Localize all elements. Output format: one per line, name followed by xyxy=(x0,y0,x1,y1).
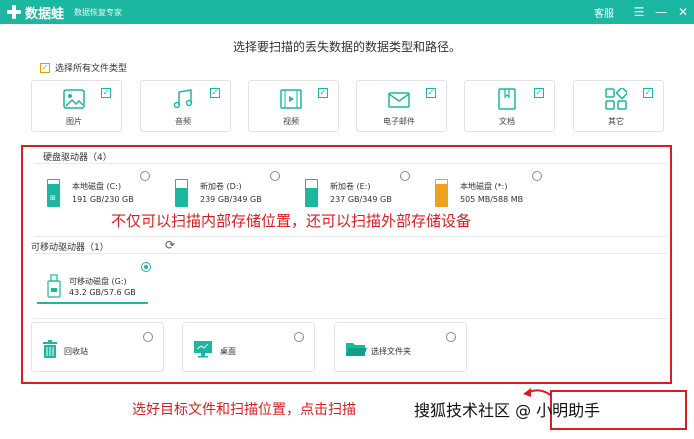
drive-size: 239 GB/349 GB xyxy=(200,195,262,204)
document-icon xyxy=(495,88,519,110)
drive-item[interactable]: 本地磁盘 (*:) 505 MB/588 MB xyxy=(435,176,555,210)
checkmark-icon: ✓ xyxy=(40,62,50,73)
drive-item[interactable]: ⊞ 本地磁盘 (C:) 191 GB/230 GB xyxy=(47,176,167,210)
music-icon xyxy=(171,88,195,110)
file-type-label: 其它 xyxy=(608,117,624,126)
folder-icon xyxy=(345,340,367,358)
location-label: 桌面 xyxy=(220,347,236,356)
plus-logo-icon xyxy=(6,4,22,20)
drive-name: 新加卷 (E:) xyxy=(330,182,371,191)
file-type-card-document[interactable]: ✓ 文档 xyxy=(464,80,555,132)
hdd-section-label: 硬盘驱动器（4） xyxy=(43,153,112,163)
recycle-bin-icon xyxy=(42,340,62,358)
hard-drive-icon xyxy=(47,179,60,207)
annotation-caption: 不仅可以扫描内部存储位置，还可以扫描外部存储设备 xyxy=(111,212,472,230)
location-radio[interactable] xyxy=(446,332,456,342)
divider xyxy=(34,236,667,237)
drive-size: 43.2 GB/57.6 GB xyxy=(69,288,136,297)
drive-name: 本地磁盘 (C:) xyxy=(72,182,122,191)
other-icon xyxy=(604,88,628,110)
location-card-recycle-bin[interactable]: 回收站 xyxy=(31,322,164,372)
app-subtitle: 数据恢复专家 xyxy=(74,7,123,17)
location-radio[interactable] xyxy=(143,332,153,342)
divider xyxy=(34,318,667,319)
file-type-card-audio[interactable]: ✓ 音频 xyxy=(140,80,231,132)
drive-item[interactable]: 新加卷 (E:) 237 GB/349 GB xyxy=(305,176,425,210)
refresh-icon[interactable]: ⟳ xyxy=(165,238,175,252)
video-icon xyxy=(279,88,303,110)
app-logo: 数据蛙 xyxy=(6,3,64,22)
customer-service-link[interactable]: 客服 xyxy=(594,5,614,20)
location-label: 回收站 xyxy=(64,347,88,356)
drive-radio[interactable] xyxy=(532,171,542,181)
selected-indicator xyxy=(37,302,148,304)
email-checkbox[interactable]: ✓ xyxy=(426,88,436,98)
title-bar: 数据蛙 数据恢复专家 客服 ☰ — ✕ xyxy=(0,0,694,24)
file-type-card-image[interactable]: ✓ 图片 xyxy=(31,80,122,132)
drive-radio[interactable] xyxy=(270,171,280,181)
app-name: 数据蛙 xyxy=(25,6,65,22)
file-type-card-video[interactable]: ✓ 视频 xyxy=(248,80,339,132)
minimize-icon[interactable]: — xyxy=(650,0,672,24)
bottom-annotation-caption: 选好目标文件和扫描位置，点击扫描 xyxy=(132,402,356,418)
file-type-label: 图片 xyxy=(66,117,82,126)
drive-size: 191 GB/230 GB xyxy=(72,195,134,204)
file-type-label: 电子邮件 xyxy=(383,117,415,126)
location-card-select-folder[interactable]: 选择文件夹 xyxy=(334,322,467,372)
file-type-label: 音频 xyxy=(175,117,191,126)
drive-size: 237 GB/349 GB xyxy=(330,195,392,204)
audio-checkbox[interactable]: ✓ xyxy=(210,88,220,98)
drive-name: 可移动磁盘 (G:) xyxy=(69,277,127,286)
location-radio[interactable] xyxy=(294,332,304,342)
hard-drive-icon xyxy=(435,179,448,207)
file-type-card-other[interactable]: ✓ 其它 xyxy=(573,80,664,132)
image-icon xyxy=(62,88,86,110)
usb-drive-icon xyxy=(47,274,61,298)
divider xyxy=(34,163,667,164)
other-checkbox[interactable]: ✓ xyxy=(643,88,653,98)
file-type-label: 文档 xyxy=(499,117,515,126)
page-heading: 选择要扫描的丢失数据的数据类型和路径。 xyxy=(232,40,461,54)
drive-name: 本地磁盘 (*:) xyxy=(460,182,508,191)
file-type-card-email[interactable]: ✓ 电子邮件 xyxy=(356,80,447,132)
drive-item[interactable]: 新加卷 (D:) 239 GB/349 GB xyxy=(175,176,295,210)
image-checkbox[interactable]: ✓ xyxy=(101,88,111,98)
drive-radio[interactable] xyxy=(400,171,410,181)
hard-drive-icon xyxy=(305,179,318,207)
close-icon[interactable]: ✕ xyxy=(672,0,694,24)
app-window: 数据蛙 数据恢复专家 客服 ☰ — ✕ 选择要扫描的丢失数据的数据类型和路径。 … xyxy=(0,0,694,439)
removable-drive-item[interactable]: 可移动磁盘 (G:) 43.2 GB/57.6 GB xyxy=(47,272,157,306)
drive-name: 新加卷 (D:) xyxy=(200,182,242,191)
file-type-label: 视频 xyxy=(283,117,299,126)
document-checkbox[interactable]: ✓ xyxy=(534,88,544,98)
removable-section-label: 可移动驱动器（1） xyxy=(31,243,109,253)
email-icon xyxy=(387,88,411,110)
select-all-checkbox[interactable]: ✓ 选择所有文件类型 xyxy=(40,61,127,74)
location-card-desktop[interactable]: 桌面 xyxy=(182,322,315,372)
desktop-icon xyxy=(193,340,213,358)
removable-drive-radio[interactable] xyxy=(141,262,151,272)
video-checkbox[interactable]: ✓ xyxy=(318,88,328,98)
windows-icon: ⊞ xyxy=(50,194,56,202)
select-all-label: 选择所有文件类型 xyxy=(55,64,128,74)
hard-drive-icon xyxy=(175,179,188,207)
location-label: 选择文件夹 xyxy=(371,347,411,356)
divider xyxy=(34,253,667,254)
menu-icon[interactable]: ☰ xyxy=(628,0,650,24)
watermark-text: 搜狐技术社区 @ 小明助手 xyxy=(414,401,601,420)
drive-size: 505 MB/588 MB xyxy=(460,195,524,204)
drive-radio[interactable] xyxy=(140,171,150,181)
